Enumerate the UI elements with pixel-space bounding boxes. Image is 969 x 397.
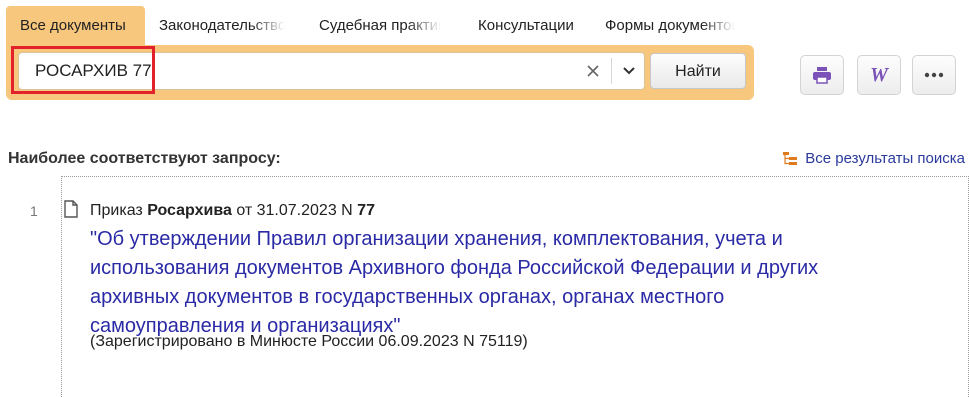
tab-document-forms[interactable]: Формы документов — [605, 6, 735, 46]
document-icon — [64, 200, 78, 218]
tab-legislation[interactable]: Законодательство — [159, 6, 285, 46]
doc-issuer: Росархива — [147, 202, 232, 219]
divider — [611, 58, 612, 84]
results-heading: Наиболее соответствуют запросу: — [8, 150, 281, 167]
tab-all-documents[interactable]: Все документы — [6, 6, 145, 46]
search-field — [18, 52, 645, 90]
result-doc-line: Приказ Росархива от 31.07.2023 N 77 — [90, 202, 375, 220]
tab-label: Судебная практика — [319, 17, 441, 34]
tab-label: Формы документов — [605, 17, 735, 34]
find-button[interactable]: Найти — [650, 53, 746, 89]
more-icon — [924, 72, 944, 78]
all-results-link[interactable]: Все результаты поиска — [783, 150, 965, 167]
result-title-link[interactable]: "Об утверждении Правил организации хране… — [90, 225, 880, 341]
result-registration: (Зарегистрировано в Минюсте России 06.09… — [90, 333, 528, 350]
export-word-button[interactable]: W — [857, 55, 901, 95]
clear-search-button[interactable] — [579, 53, 607, 89]
tab-label: Законодательство — [159, 17, 285, 34]
result-number: 1 — [30, 203, 38, 219]
more-button[interactable] — [912, 55, 956, 95]
word-export-icon: W — [870, 63, 888, 86]
tab-label: Все документы — [20, 17, 126, 34]
all-results-label: Все результаты поиска — [805, 150, 965, 167]
search-panel: Найти — [6, 45, 754, 100]
tab-bar: Все документы Законодательство Судебная … — [6, 6, 735, 46]
chevron-down-icon — [623, 67, 635, 75]
print-button[interactable] — [800, 55, 844, 95]
tab-label: Консультации — [478, 17, 574, 34]
search-history-dropdown[interactable] — [615, 53, 643, 89]
hierarchy-list-icon — [783, 151, 798, 165]
close-icon — [587, 65, 599, 77]
doc-number: 77 — [357, 202, 375, 219]
tab-consultations[interactable]: Консультации — [478, 6, 588, 46]
tab-court-practice[interactable]: Судебная практика — [319, 6, 441, 46]
doc-date: от 31.07.2023 N — [236, 202, 353, 219]
doc-type: Приказ — [90, 202, 143, 219]
search-input[interactable] — [35, 53, 575, 89]
printer-icon — [813, 67, 831, 84]
